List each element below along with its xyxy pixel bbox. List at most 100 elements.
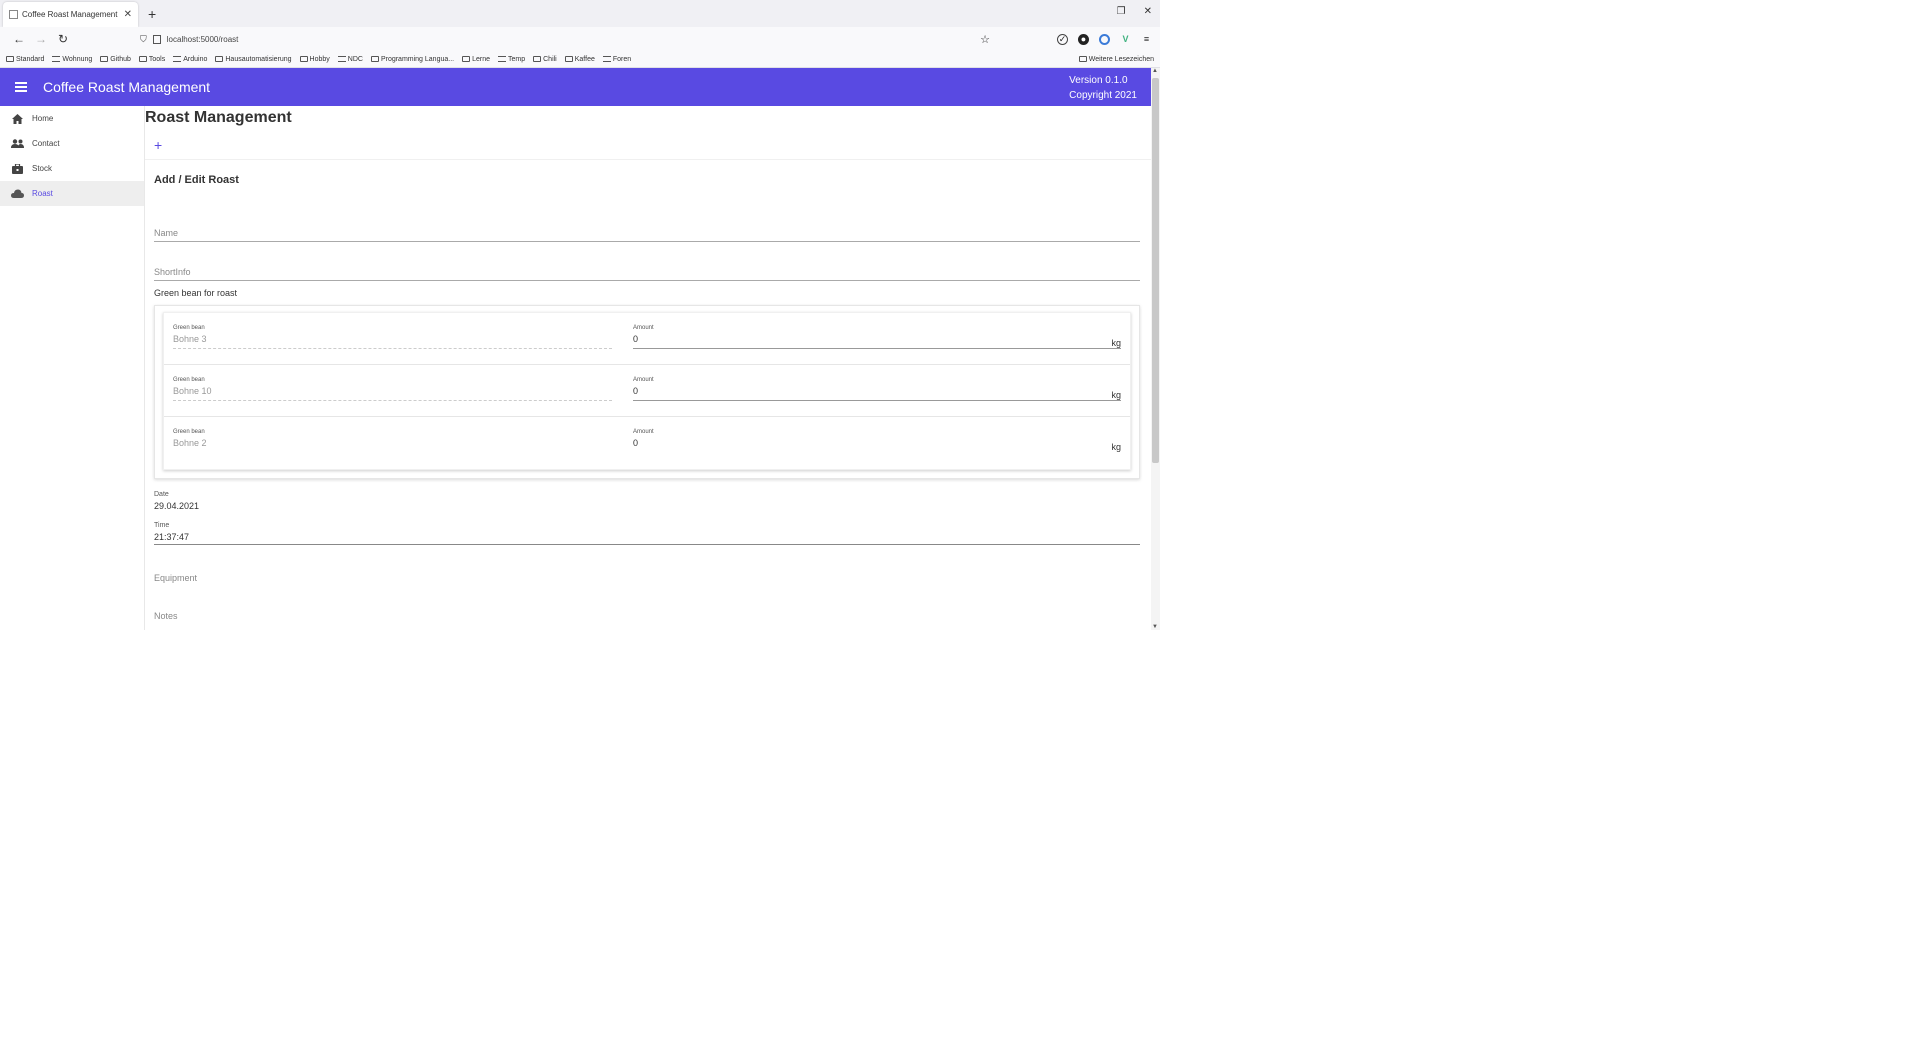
amount-label: Amount: [633, 377, 654, 383]
back-icon[interactable]: ←: [8, 32, 30, 46]
page-scrollbar[interactable]: ▲ ▼: [1151, 68, 1160, 630]
time-field[interactable]: Time 21:37:47: [154, 522, 1140, 545]
name-field[interactable]: Name: [154, 228, 1140, 242]
scroll-down-icon[interactable]: ▼: [1152, 624, 1158, 630]
hamburger-menu-icon[interactable]: [15, 80, 27, 94]
bean-select[interactable]: Green bean Bohne 2: [173, 429, 612, 469]
url-text: localhost:5000/roast: [166, 34, 239, 44]
menu-icon[interactable]: ≡: [1141, 34, 1152, 45]
shield-icon: ⛉: [140, 33, 147, 44]
bookmark-item[interactable]: Arduino: [173, 56, 207, 63]
bookmark-item[interactable]: Lerne: [462, 56, 490, 63]
briefcase-icon: [11, 163, 24, 174]
date-label: Date: [154, 491, 169, 498]
nav-item-home[interactable]: Home: [0, 106, 144, 131]
folder-icon: [138, 56, 147, 62]
window-close-icon[interactable]: ✕: [1144, 6, 1152, 17]
bookmark-star-icon[interactable]: ☆: [980, 33, 990, 46]
bookmark-item[interactable]: Wohnung: [52, 56, 92, 63]
version-text: Version 0.1.0: [1069, 75, 1128, 86]
scrollbar-thumb[interactable]: [1152, 78, 1159, 463]
bookmark-item[interactable]: Hausautomatisierung: [215, 56, 292, 63]
page-icon: [9, 10, 18, 19]
nav-drawer: Home Contact Stock Roast: [0, 106, 145, 630]
copyright-text: Copyright 2021: [1069, 90, 1137, 101]
bookmark-item[interactable]: Temp: [498, 56, 525, 63]
bookmark-item[interactable]: Github: [100, 56, 131, 63]
folder-icon: [1078, 56, 1087, 62]
add-roast-button[interactable]: +: [154, 137, 162, 153]
green-bean-list: Green bean Bohne 3 Amount 0 kg Green bean Bohn…: [163, 312, 1131, 470]
extension-icon[interactable]: ●: [1078, 33, 1089, 45]
bean-label: Green bean: [173, 377, 205, 383]
green-bean-section-label: Green bean for roast: [154, 288, 238, 298]
bookmark-item[interactable]: NDC: [337, 56, 363, 63]
bookmark-item[interactable]: Chili: [533, 56, 557, 63]
vue-devtools-icon[interactable]: V: [1120, 34, 1131, 45]
nav-item-stock[interactable]: Stock: [0, 156, 144, 181]
forward-icon[interactable]: →: [30, 32, 52, 46]
bean-select[interactable]: Green bean Bohne 10: [173, 377, 612, 416]
amount-input[interactable]: Amount 0 kg: [633, 429, 1121, 469]
pocket-icon[interactable]: ✓: [1057, 33, 1068, 45]
folder-icon: [100, 56, 109, 62]
bean-select[interactable]: Green bean Bohne 3: [173, 325, 612, 364]
tab-strip: Coffee Roast Management ✕ + ❐ ✕: [0, 0, 1160, 27]
amount-input[interactable]: Amount 0 kg: [633, 325, 1121, 364]
page-icon: [152, 34, 161, 44]
shortinfo-field[interactable]: ShortInfo: [154, 267, 1140, 281]
divider: [145, 159, 1151, 160]
app-title: Coffee Roast Management: [43, 79, 211, 95]
green-bean-row: Green bean Bohne 10 Amount 0 kg: [164, 365, 1130, 417]
date-field[interactable]: Date 29.04.2021: [154, 491, 1140, 511]
folder-icon: [299, 56, 308, 62]
page-viewport: Coffee Roast Management Version 0.1.0 Co…: [0, 68, 1160, 630]
folder-icon: [462, 56, 471, 62]
browser-tab[interactable]: Coffee Roast Management ✕: [3, 2, 138, 27]
amount-input[interactable]: Amount 0 kg: [633, 377, 1121, 416]
home-icon: [11, 113, 24, 124]
nav-item-contact[interactable]: Contact: [0, 131, 144, 156]
nav-item-roast[interactable]: Roast: [0, 181, 144, 206]
url-bar[interactable]: ⛉ localhost:5000/roast ☆: [140, 30, 990, 48]
unit-label: kg: [1111, 442, 1121, 452]
bean-label: Green bean: [173, 429, 205, 435]
cloud-icon: [11, 189, 24, 199]
folder-icon: [498, 56, 506, 62]
bookmark-item[interactable]: Tools: [138, 56, 165, 63]
folder-icon: [602, 56, 611, 62]
nav-label: Stock: [32, 164, 53, 173]
restore-icon[interactable]: ❐: [1117, 6, 1126, 17]
bookmark-item[interactable]: Hobby: [299, 56, 330, 63]
people-icon: [11, 139, 24, 149]
bookmark-item[interactable]: Kaffee: [564, 56, 595, 63]
bookmark-item[interactable]: Foren: [602, 56, 631, 63]
folder-icon: [564, 56, 573, 62]
time-value: 21:37:47: [154, 532, 190, 542]
green-bean-panel: Green bean Bohne 3 Amount 0 kg Green bean Bohn…: [154, 305, 1140, 479]
equipment-field[interactable]: Equipment: [154, 573, 1151, 583]
bookmark-item[interactable]: Standard: [6, 56, 44, 63]
scroll-up-icon[interactable]: ▲: [1152, 68, 1158, 74]
new-tab-button[interactable]: +: [148, 6, 156, 22]
other-bookmarks[interactable]: Weitere Lesezeichen: [1078, 56, 1154, 63]
folder-icon: [173, 56, 182, 62]
folder-icon: [370, 56, 379, 62]
app-bar: Coffee Roast Management Version 0.1.0 Co…: [0, 68, 1151, 106]
name-label: Name: [154, 228, 179, 238]
folder-icon: [215, 56, 224, 62]
amount-label: Amount: [633, 429, 654, 435]
nav-label: Home: [32, 114, 54, 123]
reload-icon[interactable]: ↻: [52, 32, 74, 46]
extension-blue-icon[interactable]: [1099, 33, 1110, 45]
time-label: Time: [154, 522, 170, 529]
bean-value: Bohne 3: [173, 334, 207, 344]
close-icon[interactable]: ✕: [124, 9, 132, 20]
tab-title: Coffee Roast Management: [22, 10, 118, 19]
browser-window: Coffee Roast Management ✕ + ❐ ✕ ← → ↻ ⛉ …: [0, 0, 1160, 630]
form-title: Add / Edit Roast: [154, 174, 239, 186]
version-info: Version 0.1.0 Copyright 2021: [1069, 73, 1137, 103]
amount-value: 0: [633, 334, 639, 344]
notes-field[interactable]: Notes: [154, 611, 1151, 621]
bookmark-item[interactable]: Programming Langua...: [370, 56, 454, 63]
